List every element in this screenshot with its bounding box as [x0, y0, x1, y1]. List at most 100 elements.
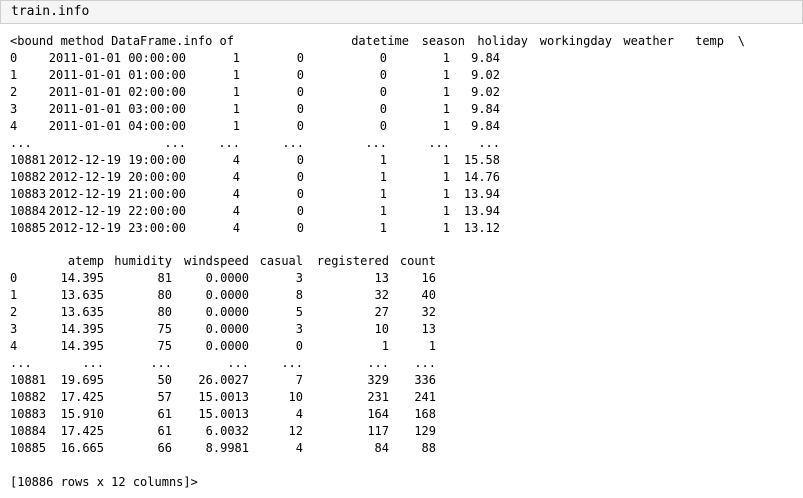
table-cell: 57 — [157, 390, 172, 404]
row-index: 3 — [10, 102, 18, 116]
table-cell: 0 — [296, 170, 304, 184]
table-cell: 17.425 — [60, 390, 104, 404]
column-header: temp — [695, 34, 724, 48]
table-cell: 61 — [157, 407, 172, 421]
table-cell: 40 — [421, 288, 436, 302]
table-cell: 15.0013 — [198, 390, 249, 404]
row-index: 2 — [10, 305, 18, 319]
table-cell: 1 — [428, 339, 436, 353]
table-cell: 32 — [421, 305, 436, 319]
table-cell: 13.94 — [463, 187, 500, 201]
column-header: season — [421, 34, 465, 48]
row-index: 10885 — [10, 441, 47, 455]
table-cell: 1 — [379, 221, 387, 235]
table-cell: 1 — [232, 85, 240, 99]
table-cell: 0 — [296, 68, 304, 82]
column-header: casual — [259, 254, 303, 268]
column-header: atemp — [67, 254, 104, 268]
table-cell: 13 — [374, 271, 389, 285]
input-cell[interactable]: train.info — [0, 0, 803, 24]
table-cell: 16 — [421, 271, 436, 285]
input-code[interactable]: train.info — [11, 4, 89, 20]
table-cell: 2011-01-01 04:00:00 — [48, 119, 186, 133]
table-cell: 50 — [157, 373, 172, 387]
row-index: 1 — [10, 68, 18, 82]
table-cell: 27 — [374, 305, 389, 319]
row-index: 3 — [10, 322, 18, 336]
table-cell: 0 — [296, 221, 304, 235]
table-cell: 4 — [295, 407, 303, 421]
table-cell: 9.84 — [471, 51, 500, 65]
row-index: ... — [10, 356, 32, 370]
table-cell: 16.665 — [60, 441, 104, 455]
table-cell: 4 — [232, 187, 240, 201]
table-cell: 4 — [232, 170, 240, 184]
table-cell: 1 — [442, 51, 450, 65]
table-cell: ... — [428, 136, 450, 150]
table-cell: 5 — [295, 305, 303, 319]
table-cell: 84 — [374, 441, 389, 455]
table-cell: 13.12 — [463, 221, 500, 235]
row-index: 4 — [10, 119, 18, 133]
table-cell: 8 — [295, 288, 303, 302]
column-header: \ — [737, 34, 745, 48]
table-cell: 3 — [295, 271, 303, 285]
table-cell: ... — [367, 356, 389, 370]
table-cell: 0 — [296, 51, 304, 65]
table-cell: 14.395 — [60, 339, 104, 353]
table-cell: 81 — [157, 271, 172, 285]
row-index: 10882 — [10, 390, 47, 404]
table-cell: 9.02 — [471, 85, 500, 99]
output-area: <bound method DataFrame.info of datetime s… — [0, 24, 803, 498]
table-cell: 2012-12-19 19:00:00 — [48, 153, 186, 167]
row-index: 2 — [10, 85, 18, 99]
table-cell: 2012-12-19 23:00:00 — [48, 221, 186, 235]
row-index: 10884 — [10, 204, 47, 218]
table-cell: 2012-12-19 21:00:00 — [48, 187, 186, 201]
table-cell: 1 — [232, 102, 240, 116]
table-cell: ... — [227, 356, 249, 370]
table-cell: 1 — [379, 204, 387, 218]
table-cell: 66 — [157, 441, 172, 455]
row-index: 10881 — [10, 373, 47, 387]
table-cell: 14.395 — [60, 271, 104, 285]
table-cell: 75 — [157, 339, 172, 353]
table-cell: 0 — [379, 51, 387, 65]
row-index: 0 — [10, 271, 18, 285]
column-header: windspeed — [183, 254, 249, 268]
table-cell: 1 — [442, 102, 450, 116]
table-cell: 1 — [442, 119, 450, 133]
table-cell: 0 — [296, 85, 304, 99]
table-cell: 9.84 — [471, 102, 500, 116]
table-cell: 1 — [232, 68, 240, 82]
table-cell: 3 — [295, 322, 303, 336]
table-cell: 1 — [442, 153, 450, 167]
table-cell: 1 — [442, 187, 450, 201]
table-cell: 10 — [288, 390, 303, 404]
table-cell: ... — [414, 356, 436, 370]
row-index: 10883 — [10, 407, 47, 421]
table-cell: 9.02 — [471, 68, 500, 82]
table-cell: 0.0000 — [205, 322, 249, 336]
table-cell: 1 — [232, 119, 240, 133]
table-cell: 0.0000 — [205, 271, 249, 285]
table-cell: 7 — [295, 373, 303, 387]
column-header: count — [399, 254, 436, 268]
table-cell: 4 — [295, 441, 303, 455]
table-cell: 61 — [157, 424, 172, 438]
table-cell: ... — [365, 136, 387, 150]
table-cell: 6.0032 — [205, 424, 249, 438]
row-index: ... — [10, 136, 32, 150]
table-cell: 0 — [296, 102, 304, 116]
table-cell: 12 — [288, 424, 303, 438]
table-cell: 10 — [374, 322, 389, 336]
table-cell: 2012-12-19 22:00:00 — [48, 204, 186, 218]
table-cell: 0 — [296, 204, 304, 218]
column-header: humidity — [114, 254, 172, 268]
row-index: 10884 — [10, 424, 47, 438]
table-cell: 168 — [414, 407, 436, 421]
table-cell: ... — [82, 356, 104, 370]
table-cell: 4 — [232, 221, 240, 235]
table-cell: ... — [478, 136, 500, 150]
column-header: holiday — [477, 34, 528, 48]
